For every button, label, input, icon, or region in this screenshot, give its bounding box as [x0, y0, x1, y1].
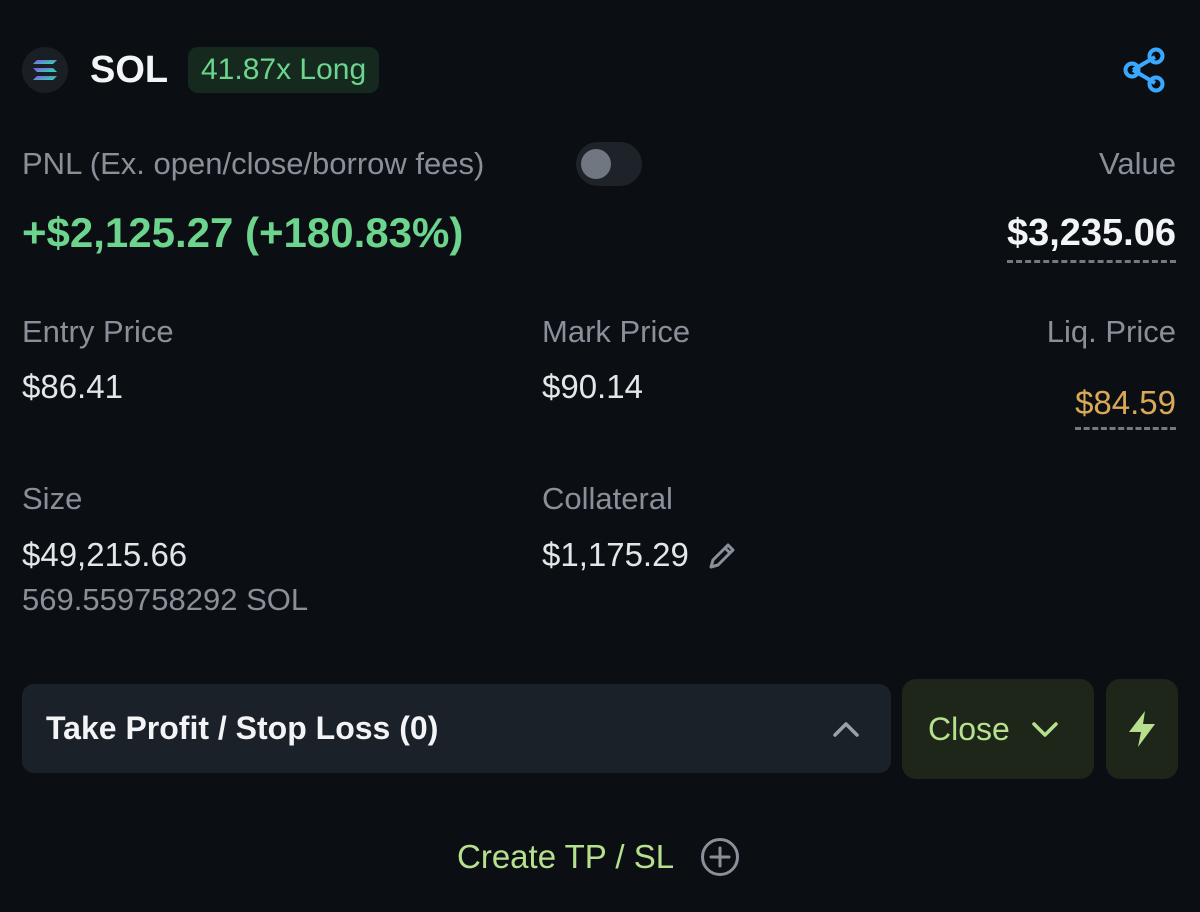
pencil-icon[interactable]: [704, 538, 740, 574]
position-value[interactable]: $3,235.06: [1006, 210, 1176, 263]
collateral-value: $1,175.29: [542, 536, 689, 573]
size-sol-amount: 569.559758292 SOL: [22, 582, 309, 617]
tpsl-section-toggle[interactable]: Take Profit / Stop Loss (0): [22, 684, 891, 773]
tpsl-title: Take Profit / Stop Loss (0): [46, 710, 439, 746]
mark-price-label: Mark Price: [542, 314, 691, 349]
flash-close-button[interactable]: [1106, 679, 1178, 779]
lightning-icon: [1129, 711, 1155, 747]
liq-price-value[interactable]: $84.59: [1075, 383, 1176, 430]
pnl-value: +$2,125.27 (+180.83%): [22, 209, 464, 256]
close-position-button[interactable]: Close: [902, 679, 1094, 779]
close-label: Close: [928, 711, 1010, 747]
plus-circle-icon[interactable]: [700, 837, 740, 877]
share-icon[interactable]: [1118, 44, 1170, 96]
pnl-fees-toggle[interactable]: [576, 142, 642, 186]
chevron-down-icon: [1028, 712, 1062, 746]
chevron-up-icon: [829, 712, 863, 746]
entry-price-label: Entry Price: [22, 314, 174, 349]
liq-price-label: Liq. Price: [1046, 314, 1176, 349]
value-label: Value: [1099, 146, 1176, 181]
solana-logo-icon: [22, 47, 68, 93]
create-tpsl-link[interactable]: Create TP / SL: [457, 836, 674, 878]
token-symbol: SOL: [90, 49, 169, 91]
leverage-badge: 41.87x Long: [188, 47, 380, 93]
toggle-knob: [581, 149, 611, 179]
pnl-label: PNL (Ex. open/close/borrow fees): [22, 146, 485, 181]
entry-price-value: $86.41: [22, 368, 123, 405]
mark-price-value: $90.14: [542, 368, 643, 405]
collateral-label: Collateral: [542, 481, 673, 516]
size-value: $49,215.66: [22, 536, 188, 573]
size-label: Size: [22, 481, 83, 516]
